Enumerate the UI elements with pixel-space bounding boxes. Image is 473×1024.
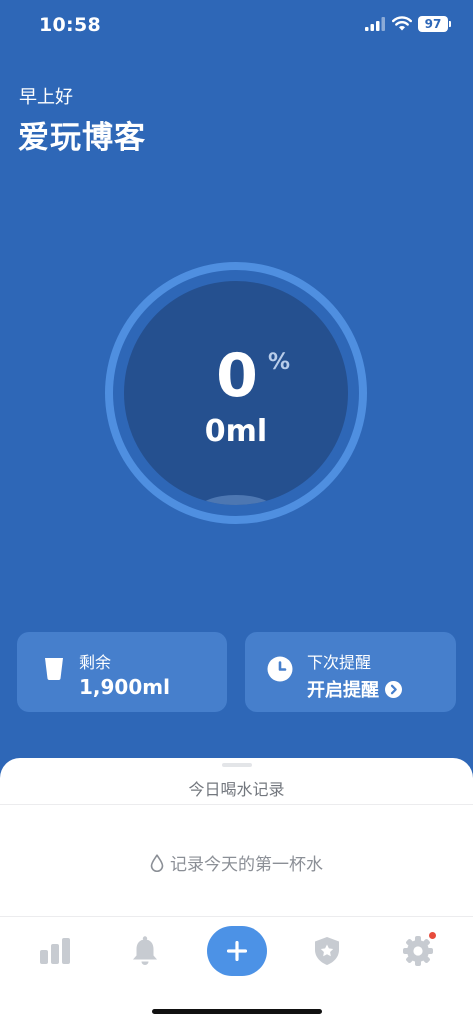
water-drop-icon xyxy=(150,853,164,872)
remaining-value: 1,900ml xyxy=(79,675,170,699)
username-title: 爱玩博客 xyxy=(18,120,146,156)
status-time: 10:58 xyxy=(39,14,101,36)
status-bar: 10:58 97 xyxy=(0,0,473,50)
tab-bar-divider xyxy=(0,916,473,917)
wifi-icon xyxy=(392,16,412,31)
settings-badge-dot xyxy=(429,932,436,939)
bell-icon xyxy=(133,936,157,965)
chevron-right-icon xyxy=(385,680,402,698)
greeting-text: 早上好 xyxy=(19,87,73,108)
reminder-label: 下次提醒 xyxy=(307,653,372,672)
sheet-drag-handle[interactable] xyxy=(222,763,252,767)
bar-chart-icon xyxy=(40,938,70,964)
clock-icon xyxy=(267,656,293,682)
cellular-signal-icon xyxy=(365,17,385,31)
reminder-card[interactable]: 下次提醒 开启提醒 xyxy=(245,632,456,712)
tab-stats[interactable] xyxy=(32,928,78,974)
enable-reminder-link[interactable]: 开启提醒 xyxy=(307,676,402,702)
empty-record-text: 记录今天的第一杯水 xyxy=(170,855,323,875)
shield-icon xyxy=(315,937,339,965)
water-wave xyxy=(198,495,274,505)
remaining-card[interactable]: 剩余 1,900ml xyxy=(17,632,227,712)
tab-shield[interactable] xyxy=(304,928,350,974)
battery-indicator: 97 xyxy=(418,16,451,32)
progress-percent: 0 xyxy=(216,341,258,411)
remaining-label: 剩余 xyxy=(79,653,112,672)
home-indicator xyxy=(152,1009,322,1014)
sheet-title: 今日喝水记录 xyxy=(188,780,285,799)
percent-sign: % xyxy=(268,350,291,375)
cup-icon xyxy=(45,658,63,680)
sheet-divider xyxy=(0,804,473,805)
plus-icon xyxy=(227,941,247,961)
add-water-button[interactable] xyxy=(207,926,267,976)
tab-reminders[interactable] xyxy=(122,928,168,974)
progress-volume: 0ml xyxy=(204,414,268,449)
tab-settings[interactable] xyxy=(395,928,441,974)
drink-record-sheet: 今日喝水记录 记录今天的第一杯水 xyxy=(0,758,473,1024)
empty-record-message: 记录今天的第一杯水 xyxy=(0,850,473,875)
enable-reminder-text: 开启提醒 xyxy=(307,680,379,701)
gear-icon xyxy=(403,936,433,966)
